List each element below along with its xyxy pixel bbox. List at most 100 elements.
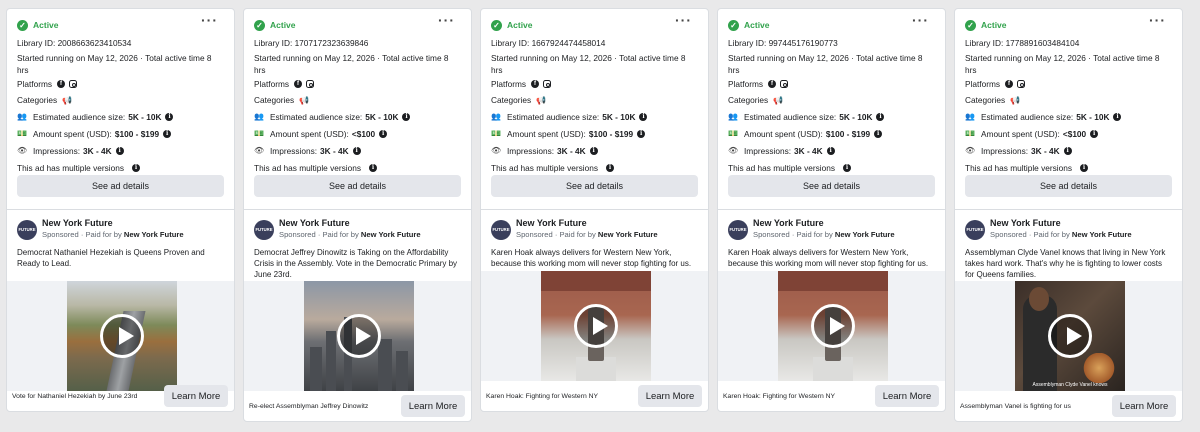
- flowers-image: [1079, 353, 1119, 383]
- categories-row: Categories 📢: [965, 92, 1172, 108]
- platforms-row: Platforms f: [728, 76, 935, 92]
- see-ad-details-button[interactable]: See ad details: [965, 175, 1172, 197]
- ad-media[interactable]: [7, 281, 234, 391]
- status-active-label: Active: [981, 20, 1007, 30]
- platforms-row: Platforms f: [17, 76, 224, 92]
- ad-card: ✓ Active ··· Library ID: 170717232363984…: [243, 8, 472, 422]
- info-icon[interactable]: i: [352, 146, 361, 155]
- people-icon: 👥: [17, 112, 27, 121]
- spent-value: <$100: [351, 128, 376, 139]
- video-thumbnail[interactable]: Assemblyman Clyde Vanel knows: [1015, 281, 1125, 391]
- advertiser-name[interactable]: New York Future: [990, 218, 1132, 229]
- audience-row: 👥 Estimated audience size: 5K - 10K i: [491, 108, 698, 125]
- advertiser-avatar[interactable]: FUTURE: [728, 220, 748, 240]
- sponsored-line: Sponsored · Paid for by New York Future: [279, 229, 421, 240]
- audience-row: 👥 Estimated audience size: 5K - 10K i: [965, 108, 1172, 125]
- play-icon[interactable]: [1048, 314, 1092, 358]
- info-icon[interactable]: i: [402, 112, 411, 121]
- info-icon[interactable]: i: [115, 146, 124, 155]
- ad-media[interactable]: [718, 271, 945, 381]
- see-ad-details-button[interactable]: See ad details: [491, 175, 698, 197]
- more-horizontal-icon[interactable]: ···: [438, 13, 455, 27]
- facebook-icon: f: [294, 80, 303, 88]
- started-running: Started running on May 12, 2026 · Total …: [17, 53, 212, 75]
- impressions-row: 👁 Impressions: 3K - 4K i: [17, 142, 224, 159]
- advertiser-name[interactable]: New York Future: [516, 218, 658, 229]
- status-active-label: Active: [270, 20, 296, 30]
- versions-row: This ad has multiple versions i: [965, 159, 1172, 176]
- learn-more-button[interactable]: Learn More: [1112, 395, 1176, 417]
- eye-icon: 👁: [491, 146, 502, 155]
- video-thumbnail[interactable]: [778, 271, 888, 381]
- info-icon[interactable]: i: [369, 163, 377, 172]
- info-icon[interactable]: i: [826, 146, 835, 155]
- info-icon[interactable]: i: [1090, 129, 1099, 138]
- info-icon[interactable]: i: [379, 129, 388, 138]
- status-row: ✓ Active: [965, 17, 1172, 33]
- impressions-label: Impressions:: [507, 145, 555, 156]
- info-icon[interactable]: i: [163, 129, 172, 138]
- info-icon[interactable]: i: [1113, 112, 1122, 121]
- skyline-image: [396, 351, 408, 391]
- advertiser-avatar[interactable]: FUTURE: [491, 220, 511, 240]
- advertiser-avatar[interactable]: FUTURE: [965, 220, 985, 240]
- check-circle-icon: ✓: [491, 19, 502, 31]
- info-icon[interactable]: i: [876, 112, 885, 121]
- see-ad-details-button[interactable]: See ad details: [728, 175, 935, 197]
- more-horizontal-icon[interactable]: ···: [1149, 13, 1166, 27]
- eye-icon: 👁: [17, 146, 28, 155]
- info-icon[interactable]: i: [874, 129, 883, 138]
- info-icon[interactable]: i: [843, 163, 851, 172]
- play-icon[interactable]: [811, 304, 855, 348]
- started-running: Started running on May 12, 2026 · Total …: [254, 53, 449, 75]
- video-thumbnail[interactable]: [67, 281, 177, 391]
- ad-media[interactable]: [244, 281, 471, 391]
- info-icon[interactable]: i: [1063, 146, 1072, 155]
- advertiser-row: FUTURE New York Future Sponsored · Paid …: [254, 218, 461, 240]
- info-icon[interactable]: i: [1080, 163, 1088, 172]
- play-icon[interactable]: [337, 314, 381, 358]
- ad-media[interactable]: Assemblyman Clyde Vanel knows: [955, 281, 1182, 391]
- info-icon[interactable]: i: [589, 146, 598, 155]
- advertiser-name[interactable]: New York Future: [42, 218, 184, 229]
- audience-label: Estimated audience size:: [744, 111, 837, 122]
- learn-more-button[interactable]: Learn More: [164, 385, 228, 407]
- advertiser-avatar[interactable]: FUTURE: [254, 220, 274, 240]
- video-thumbnail[interactable]: [304, 281, 414, 391]
- advertiser-name[interactable]: New York Future: [753, 218, 895, 229]
- learn-more-button[interactable]: Learn More: [401, 395, 465, 417]
- play-icon[interactable]: [100, 314, 144, 358]
- platforms-label: Platforms: [728, 79, 764, 89]
- advertiser-avatar[interactable]: FUTURE: [17, 220, 37, 240]
- categories-row: Categories 📢: [17, 92, 224, 108]
- house-image: [778, 271, 888, 291]
- info-icon[interactable]: i: [637, 129, 646, 138]
- advertiser-row: FUTURE New York Future Sponsored · Paid …: [728, 218, 935, 240]
- info-icon[interactable]: i: [165, 112, 174, 121]
- impressions-value: 3K - 4K: [557, 145, 586, 156]
- see-ad-details-button[interactable]: See ad details: [17, 175, 224, 197]
- more-horizontal-icon[interactable]: ···: [675, 13, 692, 27]
- info-icon[interactable]: i: [606, 163, 614, 172]
- impressions-label: Impressions:: [270, 145, 318, 156]
- people-icon: 👥: [491, 112, 501, 121]
- versions-label: This ad has multiple versions: [965, 162, 1072, 173]
- ad-media[interactable]: [481, 271, 708, 381]
- advertiser-name[interactable]: New York Future: [279, 218, 421, 229]
- learn-more-button[interactable]: Learn More: [875, 385, 939, 407]
- speaker-head-image: [1029, 287, 1049, 311]
- video-thumbnail[interactable]: [541, 271, 651, 381]
- impressions-row: 👁 Impressions: 3K - 4K i: [728, 142, 935, 159]
- see-ad-details-button[interactable]: See ad details: [254, 175, 461, 197]
- more-horizontal-icon[interactable]: ···: [912, 13, 929, 27]
- status-row: ✓ Active: [17, 17, 224, 33]
- info-icon[interactable]: i: [132, 163, 140, 172]
- sponsored-line: Sponsored · Paid for by New York Future: [753, 229, 895, 240]
- started-running: Started running on May 12, 2026 · Total …: [965, 53, 1160, 75]
- play-icon[interactable]: [574, 304, 618, 348]
- more-horizontal-icon[interactable]: ···: [201, 13, 218, 27]
- learn-more-button[interactable]: Learn More: [638, 385, 702, 407]
- facebook-icon: f: [1005, 80, 1014, 88]
- audience-row: 👥 Estimated audience size: 5K - 10K i: [728, 108, 935, 125]
- info-icon[interactable]: i: [639, 112, 648, 121]
